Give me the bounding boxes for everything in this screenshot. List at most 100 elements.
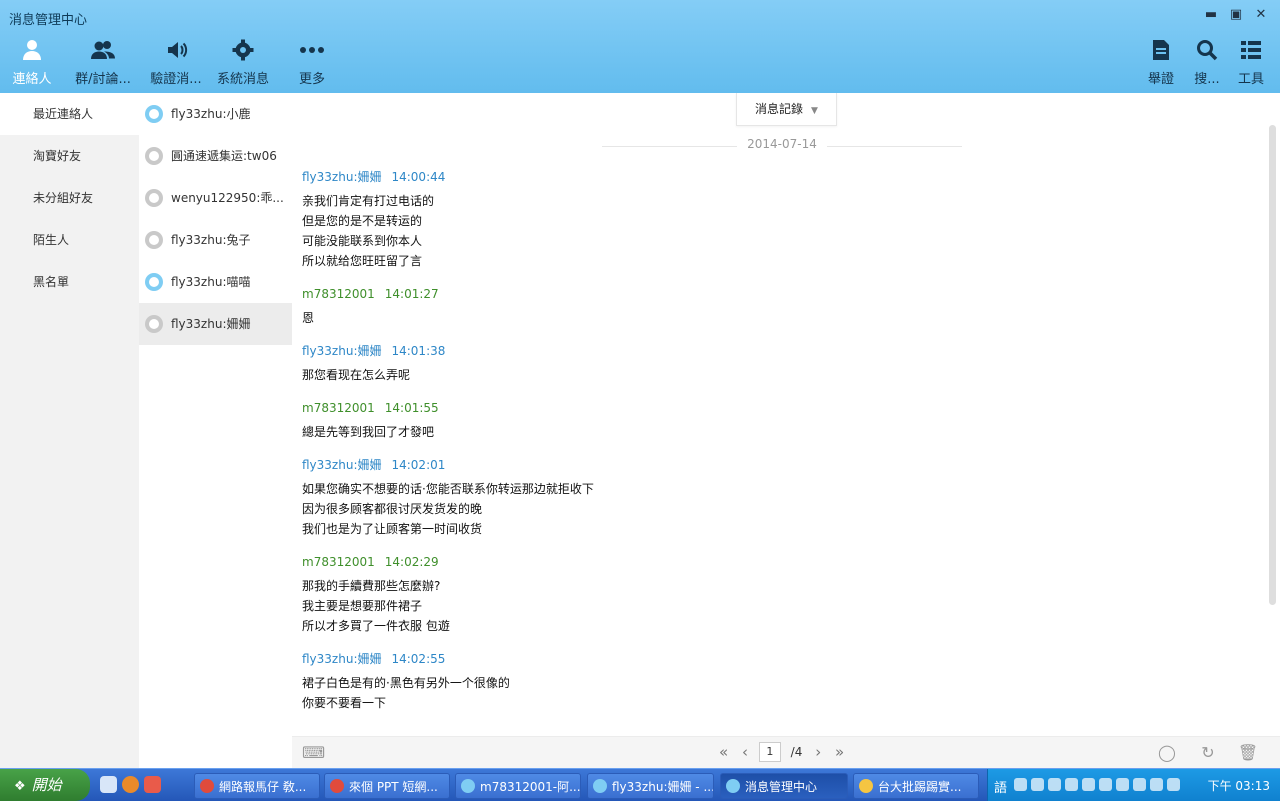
- tab-more-label: 更多: [298, 72, 325, 87]
- message-time: 14:00:44: [391, 170, 446, 184]
- tray-icon[interactable]: [1116, 778, 1129, 791]
- contact-item[interactable]: wenyu122950:乖...: [139, 177, 292, 219]
- contact-item[interactable]: fly33zhu:兔子: [139, 219, 292, 261]
- system-tray: 語 下午 03:13: [987, 769, 1280, 801]
- tab-verify[interactable]: 驗證消...: [148, 38, 204, 90]
- taskbar-item[interactable]: m78312001-阿...: [455, 773, 581, 799]
- contact-name: fly33zhu:小鹿: [171, 107, 251, 121]
- message: fly33zhu:姍姍 14:00:44 亲我们肯定有打过电话的 但是您的是不是转…: [302, 169, 1202, 271]
- taskbar-item[interactable]: fly33zhu:姍姍 - ...: [587, 773, 714, 799]
- report-button[interactable]: 舉證: [1143, 38, 1179, 90]
- tab-system[interactable]: 系統消息: [214, 38, 272, 90]
- taskbar-item-active[interactable]: 消息管理中心: [720, 773, 848, 799]
- contact-item[interactable]: 圓通速遞集运:tw06: [139, 135, 292, 177]
- search-icon: [1197, 40, 1218, 61]
- avatar: [145, 105, 163, 123]
- message-list: fly33zhu:姍姍 14:00:44 亲我们肯定有打过电话的 但是您的是不是转…: [302, 169, 1202, 728]
- desktop-icon[interactable]: [100, 776, 117, 793]
- windows-taskbar: ❖ 開始 網路報馬仔 敎... 來個 PPT 短網... m78312001-阿.…: [0, 768, 1280, 801]
- category-ungrouped[interactable]: 未分組好友: [0, 177, 139, 219]
- tray-icon[interactable]: [1065, 778, 1078, 791]
- globe-icon[interactable]: ◯: [1156, 742, 1178, 764]
- trash-icon[interactable]: 🗑: [1237, 742, 1259, 764]
- prev-page-icon[interactable]: ‹: [742, 743, 748, 761]
- message-text: 因为很多顾客都很讨厌发货发的晚: [302, 502, 483, 516]
- page-number-input[interactable]: 1: [758, 742, 781, 762]
- message-time: 14:01:38: [391, 344, 446, 358]
- message-text: 所以才多買了一件衣服 包遊: [302, 619, 450, 633]
- message-text: 那您看现在怎么弄呢: [302, 368, 411, 382]
- message-sender: fly33zhu:姍姍: [302, 344, 382, 358]
- contact-item[interactable]: fly33zhu:小鹿: [139, 93, 292, 135]
- avatar: [145, 147, 163, 165]
- contact-name: wenyu122950:乖...: [171, 191, 284, 205]
- toolbar-header: 消息管理中心 ▬ ▣ ✕ 連絡人 群/討論... 驗證消... 系統消息 更多: [0, 0, 1280, 93]
- category-strangers[interactable]: 陌生人: [0, 219, 139, 261]
- page-total: /4: [790, 745, 803, 759]
- message: fly33zhu:姍姍 14:02:55 裙子白色是有的·黑色有另外一个很像的 你…: [302, 651, 1202, 713]
- minimize-button[interactable]: ▬: [1200, 4, 1222, 26]
- message-text: 那我的手續費那些怎麼辦?: [302, 579, 441, 593]
- terminal-icon: [859, 779, 873, 793]
- taskbar-item-label: 台大批踢踢實...: [878, 780, 962, 794]
- aliwangwang-icon: [726, 779, 740, 793]
- tray-icon[interactable]: [1150, 778, 1163, 791]
- tools-button[interactable]: 工具: [1234, 38, 1268, 90]
- tab-contacts[interactable]: 連絡人: [6, 38, 58, 90]
- maximize-button[interactable]: ▣: [1225, 4, 1247, 26]
- tab-contacts-label: 連絡人: [12, 72, 52, 87]
- chrome-icon: [200, 779, 214, 793]
- taskbar-item[interactable]: 網路報馬仔 敎...: [194, 773, 320, 799]
- taskbar-item-label: fly33zhu:姍姍 - ...: [612, 780, 714, 794]
- ime-indicator[interactable]: 語: [994, 777, 1007, 796]
- firefox-icon[interactable]: [122, 776, 139, 793]
- taskbar-item-label: 消息管理中心: [745, 780, 818, 794]
- tab-more[interactable]: 更多: [292, 38, 332, 90]
- tray-icons: [1014, 778, 1184, 794]
- message-text: 所以就给您旺旺留了言: [302, 254, 423, 268]
- tray-icon[interactable]: [1133, 778, 1146, 791]
- taskbar-item[interactable]: 來個 PPT 短網...: [324, 773, 450, 799]
- aliwangwang-icon: [593, 779, 607, 793]
- first-page-icon[interactable]: «: [719, 743, 728, 761]
- message-time: 14:01:27: [384, 287, 439, 301]
- window-title: 消息管理中心: [9, 13, 88, 28]
- taskbar-item[interactable]: 台大批踢踢實...: [853, 773, 979, 799]
- keyboard-icon[interactable]: ⌨: [302, 742, 325, 764]
- pagination: « ‹ 1 /4 › »: [714, 742, 849, 764]
- windows-logo-icon: ❖: [14, 779, 26, 794]
- tray-icon[interactable]: [1099, 778, 1112, 791]
- start-button[interactable]: ❖ 開始: [0, 769, 90, 801]
- avatar: [145, 315, 163, 333]
- tray-icon[interactable]: [1082, 778, 1095, 791]
- message-text: 可能没能联系到你本人: [302, 234, 423, 248]
- message-sender: fly33zhu:姍姍: [302, 652, 382, 666]
- message-text: 你要不要看一下: [302, 696, 387, 710]
- next-page-icon[interactable]: ›: [815, 743, 821, 761]
- paint-icon[interactable]: [144, 776, 161, 793]
- vertical-scrollbar[interactable]: [1269, 125, 1276, 605]
- contact-item[interactable]: fly33zhu:喵喵: [139, 261, 292, 303]
- message-record-dropdown[interactable]: 消息記錄 ▼: [736, 93, 837, 126]
- speaker-icon: [168, 42, 188, 58]
- message: m78312001 14:02:29 那我的手續費那些怎麼辦? 我主要是想要那件裙…: [302, 554, 1202, 636]
- tray-icon[interactable]: [1048, 778, 1061, 791]
- last-page-icon[interactable]: »: [835, 743, 844, 761]
- clock[interactable]: 下午 03:13: [1208, 777, 1270, 794]
- category-taobao-friends[interactable]: 淘寶好友: [0, 135, 139, 177]
- message-time: 14:02:29: [384, 555, 439, 569]
- close-button[interactable]: ✕: [1250, 4, 1272, 26]
- tray-icon[interactable]: [1014, 778, 1027, 791]
- tray-icon[interactable]: [1031, 778, 1044, 791]
- message-sender: fly33zhu:姍姍: [302, 458, 382, 472]
- contact-item-selected[interactable]: fly33zhu:姍姍: [139, 303, 292, 345]
- category-blacklist[interactable]: 黑名單: [0, 261, 139, 303]
- date-separator: 2014-07-14: [602, 137, 962, 155]
- tab-groups[interactable]: 群/討論...: [72, 38, 134, 90]
- chat-footer: ⌨ « ‹ 1 /4 › » ◯ ↻ 🗑: [292, 736, 1280, 769]
- category-recent[interactable]: 最近連絡人: [0, 93, 139, 135]
- refresh-icon[interactable]: ↻: [1197, 742, 1219, 764]
- search-button[interactable]: 搜...: [1191, 38, 1223, 90]
- message-text: 恩: [302, 311, 315, 325]
- tray-icon[interactable]: [1167, 778, 1180, 791]
